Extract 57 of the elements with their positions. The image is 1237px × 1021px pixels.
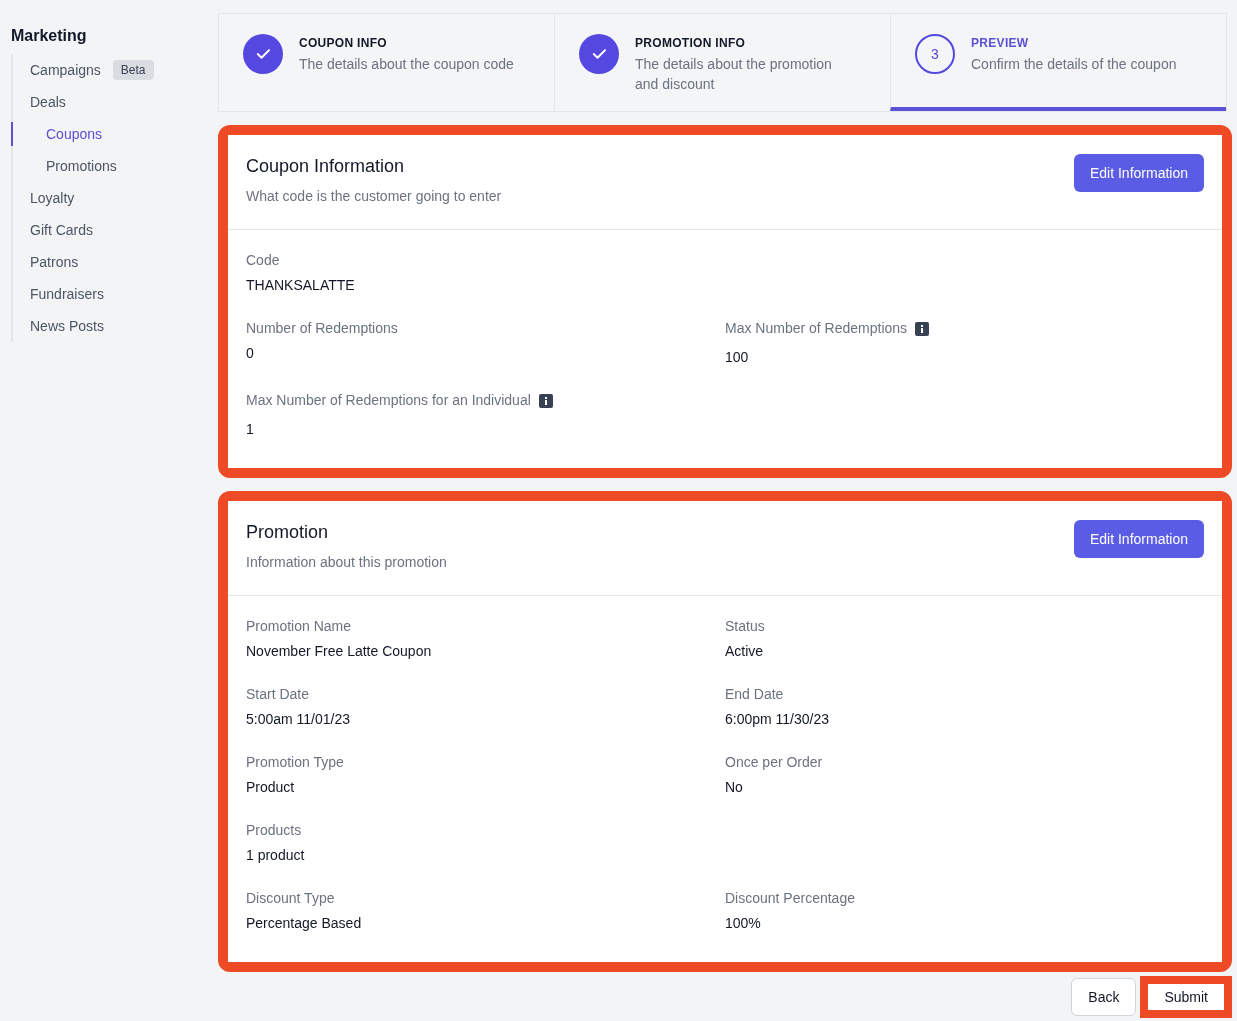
step-tab[interactable]: 3 PREVIEW Confirm the details of the coupon	[890, 14, 1226, 111]
field-value: Product	[246, 778, 296, 797]
field-label: End Date	[725, 685, 784, 704]
field-value: November Free Latte Coupon	[246, 642, 433, 661]
field-value: Active	[725, 642, 765, 661]
card-subtitle: Information about this promotion	[246, 553, 447, 572]
field-label: Products	[246, 821, 302, 840]
step-title: PROMOTION INFO	[635, 35, 747, 52]
step-description: Confirm the details of the coupon	[971, 55, 1178, 74]
sidebar-item[interactable]: Fundraisers	[30, 283, 104, 305]
field-label: Once per Order	[725, 753, 823, 772]
field-value: Percentage Based	[246, 914, 363, 933]
sidebar-item[interactable]: News Posts	[30, 315, 104, 337]
action-button[interactable]: Submit	[1148, 984, 1224, 1010]
field-label: Discount Percentage	[725, 889, 855, 908]
field-label: Max Number of Redemptions	[725, 319, 908, 338]
field-label: Promotion Type	[246, 753, 344, 772]
step-title: PREVIEW	[971, 35, 1030, 52]
field-label: Promotion Name	[246, 617, 352, 636]
field-label: Number of Redemptions	[246, 319, 398, 338]
info-icon	[538, 393, 553, 408]
card-title: Coupon Information	[246, 155, 406, 178]
beta-badge: Beta	[112, 60, 154, 80]
edit-button[interactable]: Edit Information	[1073, 154, 1204, 192]
field-label: Status	[725, 617, 765, 636]
card-title: Promotion	[246, 521, 330, 544]
sidebar-item[interactable]: Patrons	[30, 251, 79, 273]
sidebar-item[interactable]: Deals	[30, 91, 66, 113]
field-label: Discount Type	[246, 889, 335, 908]
field-value: 0	[246, 344, 255, 363]
field-label: Code	[246, 251, 280, 270]
sidebar-item[interactable]: Coupons	[46, 123, 103, 145]
step-description: The details about the promotion and discount	[635, 55, 833, 94]
field-label: Max Number of Redemptions for an Individual	[246, 391, 531, 410]
field-value: 100%	[725, 914, 762, 933]
field-value: THANKSALATTE	[246, 276, 356, 295]
step-tab[interactable]: COUPON INFO The details about the coupon code	[219, 14, 554, 111]
field-value: 1 product	[246, 846, 306, 865]
field-value: 100	[725, 348, 750, 367]
sidebar-item[interactable]: Loyalty	[30, 187, 75, 209]
sidebar-item[interactable]: Promotions	[46, 155, 117, 177]
action-button[interactable]: Back	[1071, 978, 1137, 1016]
sidebar-item[interactable]: Campaigns	[30, 59, 101, 81]
field-value: 6:00pm 11/30/23	[725, 710, 831, 729]
card-subtitle: What code is the customer going to enter	[246, 187, 502, 206]
sidebar-item[interactable]: Gift Cards	[30, 219, 93, 241]
field-value: 5:00am 11/01/23	[246, 710, 352, 729]
info-icon	[915, 321, 930, 336]
field-label: Start Date	[246, 685, 310, 704]
field-value: 1	[246, 420, 255, 439]
step-number: 3	[915, 34, 955, 74]
sidebar-title: Marketing	[11, 26, 88, 46]
step-description: The details about the coupon code	[299, 55, 514, 74]
edit-button[interactable]: Edit Information	[1073, 520, 1204, 558]
step-title: COUPON INFO	[299, 35, 388, 52]
field-value: No	[725, 778, 744, 797]
step-tab[interactable]: PROMOTION INFO The details about the promotion and discount	[554, 14, 890, 111]
